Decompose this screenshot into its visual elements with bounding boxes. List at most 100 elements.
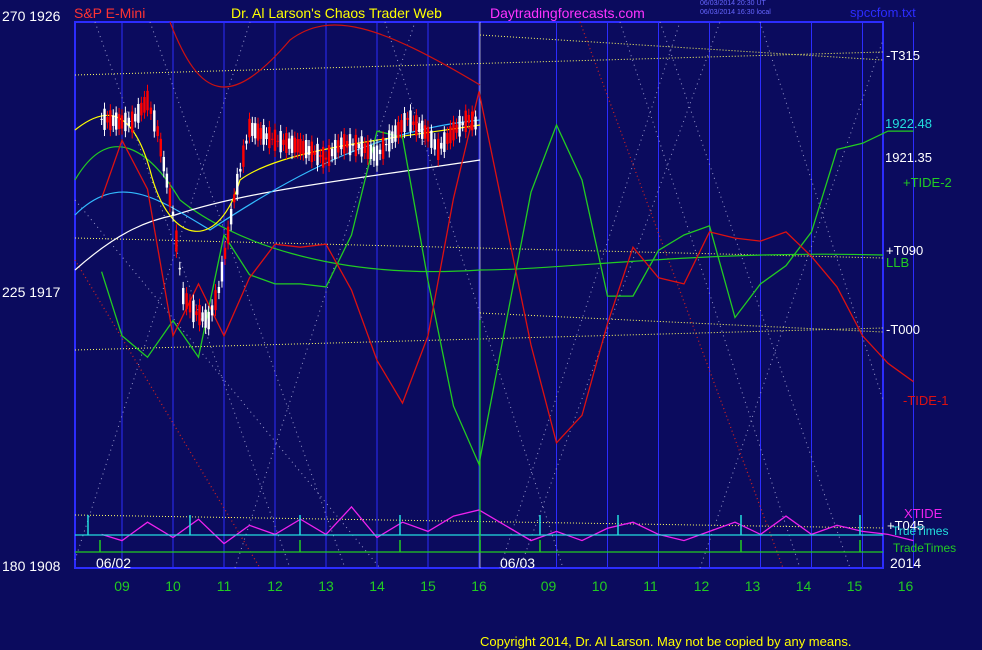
label-price-close: 1921.35: [885, 150, 932, 165]
price-bar-body: [256, 123, 260, 141]
price-bar-body: [207, 311, 210, 330]
price-bar-body: [304, 139, 308, 159]
price-bar-body: [146, 90, 149, 111]
diagonal-time-line: [699, 39, 884, 569]
price-bar-body: [446, 133, 449, 144]
price-bar-body: [351, 144, 355, 146]
price-bar-body: [348, 134, 352, 156]
price-bar-body: [217, 286, 221, 294]
price-bar-body: [403, 113, 406, 133]
level-line: [479, 34, 884, 61]
price-bar-body: [363, 143, 366, 153]
price-bar-body: [337, 140, 340, 153]
price-bar-body: [313, 151, 316, 155]
x-tick-label: 09: [541, 578, 557, 594]
diagonal-time-line: [149, 21, 346, 569]
price-bar-body: [153, 110, 156, 132]
price-bar-body: [375, 145, 379, 166]
diagonal-time-line: [499, 21, 681, 569]
timestamp-local: 06/03/2014 16:30 local: [700, 9, 771, 16]
price-bar-body: [293, 137, 297, 153]
price-bar-body: [360, 136, 363, 157]
x-tick-label: 16: [471, 578, 487, 594]
date-label-day1: 06/02: [96, 555, 131, 571]
price-bar-body: [149, 107, 153, 114]
x-tick-label: 15: [420, 578, 436, 594]
date-label-day2: 06/03: [500, 555, 535, 571]
x-tick-label: 13: [745, 578, 761, 594]
price-bar-body: [233, 194, 236, 203]
label-t315: -T315: [886, 48, 920, 63]
price-bar-body: [171, 211, 175, 216]
price-bar-body: [265, 133, 268, 140]
price-bar-body: [182, 288, 185, 305]
price-bar-body: [415, 115, 418, 136]
price-bar-body: [310, 141, 314, 163]
price-bar-body: [458, 115, 461, 137]
price-bar-body: [378, 149, 382, 155]
diagonal-time-line: [74, 199, 381, 569]
price-bar-body: [140, 102, 143, 116]
price-bar-body: [127, 117, 130, 127]
price-bar-body: [400, 120, 403, 133]
price-bar-body: [412, 121, 415, 125]
price-bar-body: [120, 115, 124, 129]
price-bar-body: [307, 146, 311, 155]
price-bar-body: [290, 135, 294, 153]
price-bar-body: [276, 140, 280, 142]
price-bar-body: [229, 208, 233, 225]
label-tradetimes: TradeTimes: [893, 541, 956, 555]
label-price-last: 1922.48: [885, 116, 932, 131]
price-bar-body: [204, 309, 207, 328]
diagonal-time-line: [234, 21, 416, 569]
price-bar-body: [156, 126, 159, 137]
x-tick-label: 12: [694, 578, 710, 594]
price-bar-body: [420, 120, 424, 139]
price-bar-body: [192, 300, 195, 323]
price-bar-body: [214, 290, 217, 311]
price-bar-body: [299, 139, 302, 154]
diagonal-time-line: [519, 21, 721, 569]
website-link[interactable]: Daytradingforecasts.com: [490, 5, 645, 21]
price-bar-body: [259, 128, 263, 139]
price-bar-body: [114, 112, 118, 130]
x-tick-label: 11: [217, 578, 232, 594]
price-bar-body: [433, 139, 436, 150]
label-tide1: -TIDE-1: [903, 393, 949, 408]
label-tide2: +TIDE-2: [903, 175, 952, 190]
price-bar-body: [165, 173, 169, 188]
price-bar-body: [262, 124, 265, 145]
price-bar-body: [366, 141, 370, 159]
price-bar-body: [220, 261, 224, 282]
price-bar-body: [162, 156, 166, 172]
price-bar-body: [175, 230, 178, 252]
price-bar-body: [426, 126, 430, 142]
price-bar-body: [242, 145, 245, 167]
price-bar-body: [443, 132, 446, 152]
price-bar-body: [369, 144, 373, 159]
price-bar-body: [440, 142, 443, 149]
diagonal-time-line: [759, 21, 884, 401]
price-bar-body: [109, 110, 112, 131]
price-bar-body: [103, 108, 106, 130]
symbol-label: S&P E-Mini: [74, 5, 146, 21]
x-tick-label: 12: [267, 578, 283, 594]
price-bar-body: [124, 112, 127, 132]
price-bar-body: [236, 173, 239, 195]
timestamp-ut: 06/03/2014 20:30 UT: [700, 0, 766, 7]
label-truetimes: TrueTimes: [892, 524, 948, 538]
data-filename: spccfom.txt: [850, 5, 916, 20]
price-bar-body: [394, 125, 397, 142]
price-bar-body: [248, 118, 251, 138]
y-label-top: 270 1926: [2, 8, 61, 24]
label-t000: -T000: [886, 322, 920, 337]
price-bar-body: [330, 148, 334, 157]
price-bar-body: [268, 126, 271, 149]
price-bar-body: [343, 134, 346, 154]
price-bar-body: [357, 143, 360, 149]
x-tick-label: 13: [318, 578, 334, 594]
price-bar-body: [324, 157, 328, 160]
price-bar-body: [273, 129, 277, 151]
price-bar-body: [449, 126, 452, 144]
price-bar-body: [223, 247, 227, 259]
